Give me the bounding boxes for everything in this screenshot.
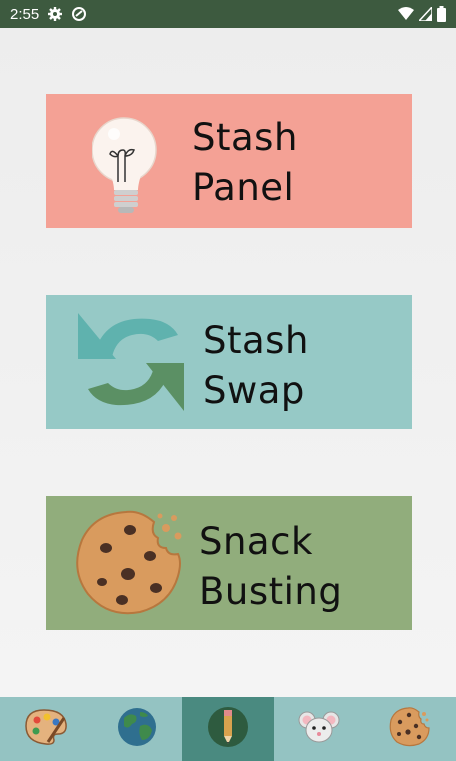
- signal-icon: [419, 7, 432, 21]
- main-content: Stash Panel Stash Swap Snack Busting: [0, 28, 456, 697]
- nav-item-cookie[interactable]: [365, 697, 456, 761]
- stash-swap-button[interactable]: Stash Swap: [46, 295, 412, 429]
- stash-panel-label: Stash Panel: [192, 113, 298, 213]
- snack-busting-button[interactable]: Snack Busting: [46, 496, 412, 630]
- card-label-line2: Panel: [192, 166, 295, 209]
- swap-arrows-icon: [78, 305, 186, 423]
- bottom-nav: [0, 697, 456, 761]
- wifi-icon: [398, 7, 414, 21]
- nav-item-globe[interactable]: [91, 697, 182, 761]
- sync-icon: [71, 6, 87, 22]
- palette-icon: [24, 708, 68, 750]
- cookie-icon: [74, 508, 186, 622]
- nav-item-pencil[interactable]: [182, 697, 274, 761]
- card-label-line2: Swap: [203, 369, 305, 412]
- nav-item-mouse[interactable]: [274, 697, 365, 761]
- battery-icon: [437, 6, 446, 22]
- cookie-icon: [389, 706, 431, 752]
- card-label-line1: Snack: [199, 520, 313, 563]
- snack-busting-label: Snack Busting: [199, 517, 342, 617]
- globe-icon: [116, 706, 158, 752]
- stash-swap-label: Stash Swap: [203, 316, 309, 416]
- lightbulb-icon: [91, 112, 160, 218]
- nav-item-palette[interactable]: [0, 697, 91, 761]
- stash-panel-button[interactable]: Stash Panel: [46, 94, 412, 228]
- mouse-icon: [298, 710, 340, 748]
- status-time: 2:55: [10, 5, 40, 23]
- card-label-line1: Stash: [192, 116, 298, 159]
- card-label-line1: Stash: [203, 319, 309, 362]
- status-bar: 2:55: [0, 0, 456, 28]
- pencil-icon: [207, 706, 249, 752]
- gear-icon: [47, 6, 63, 22]
- card-label-line2: Busting: [199, 570, 343, 613]
